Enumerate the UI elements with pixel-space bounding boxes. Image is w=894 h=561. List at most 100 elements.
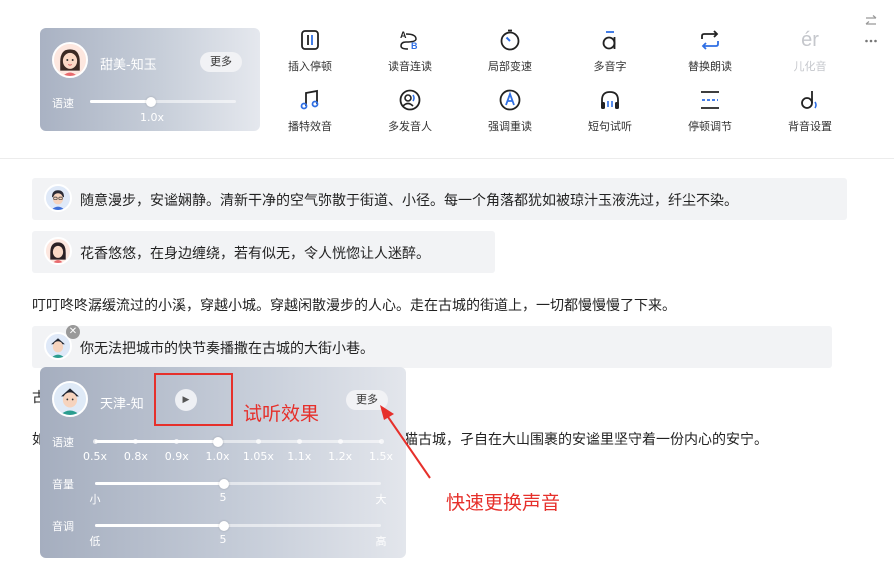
tool-label: 替换朗读 <box>688 60 732 73</box>
tool-label: 插入停顿 <box>288 60 332 73</box>
sentence-text: 你无法把城市的快节奏播撒在古城的大街小巷。 <box>80 341 374 357</box>
speed-tick-label[interactable]: 1.2x <box>328 450 352 463</box>
speed-slider-handle[interactable] <box>146 96 157 107</box>
speed-tick-dot[interactable] <box>378 439 384 444</box>
voice-more-button[interactable]: 更多 <box>200 52 242 72</box>
panel-volume-slider-fill <box>95 482 224 485</box>
erhua-icon: ér <box>801 29 819 51</box>
tool-label: 儿化音 <box>793 60 827 73</box>
speaker-avatar-female[interactable] <box>44 237 72 265</box>
annotation-quick-change: 快速更换声音 <box>446 492 561 514</box>
speed-tick-label[interactable]: 1.05x <box>243 450 274 463</box>
speed-tick-label[interactable]: 1.5x <box>369 450 393 463</box>
pause-insert-icon <box>301 30 319 50</box>
panel-volume-slider[interactable] <box>95 478 381 489</box>
tool-label: 读音连读 <box>388 60 432 73</box>
voice-avatar-female[interactable] <box>52 42 88 78</box>
tool-background-music[interactable]: 背音设置 <box>770 88 850 138</box>
svg-text:A: A <box>400 30 407 40</box>
volume-mid-label: 5 <box>219 491 227 504</box>
male-avatar-icon <box>46 186 70 210</box>
female-avatar-icon <box>54 44 86 76</box>
panel-pitch-label: 音调 <box>52 520 74 533</box>
speed-label: 语速 <box>52 97 74 110</box>
speed-slider[interactable] <box>90 96 236 107</box>
speed-tick-dot[interactable] <box>255 439 261 444</box>
tool-multi-speaker[interactable]: 多发音人 <box>370 88 450 138</box>
speed-tick-label[interactable]: 0.8x <box>124 450 148 463</box>
tool-label: 多音字 <box>593 60 627 73</box>
female-avatar-icon <box>46 239 70 263</box>
tool-sound-effect[interactable]: 播特效音 <box>270 88 350 138</box>
sentence-text: 花香悠悠，在身边缠绕，若有似无，令人恍惚让人迷醉。 <box>80 246 430 262</box>
sentence-block-2[interactable]: 花香悠悠，在身边缠绕，若有似无，令人恍惚让人迷醉。 <box>32 231 495 273</box>
tool-local-speed[interactable]: 局部变速 <box>470 28 550 78</box>
sentence-text: 随意漫步，安谧娴静。清新干净的空气弥散于街道、小径。每一个角落都犹如被琼汁玉液洗… <box>80 193 738 209</box>
panel-speed-label: 语速 <box>52 436 74 449</box>
more-dots-icon[interactable] <box>864 34 878 48</box>
multi-speaker-icon <box>399 89 421 111</box>
tool-label: 背音设置 <box>788 120 832 133</box>
panel-volume-slider-handle[interactable] <box>218 478 229 489</box>
tool-erhua: ér 儿化音 <box>770 28 850 78</box>
paragraph-text: 猫古城，孑自在大山围裹的安谧里坚守着一份内心的安宁。 <box>404 432 768 448</box>
panel-pitch-slider-fill <box>95 524 224 527</box>
panel-pitch-slider[interactable] <box>95 520 381 531</box>
tool-replace-read[interactable]: 替换朗读 <box>670 28 750 78</box>
panel-volume-label: 音量 <box>52 478 74 491</box>
volume-max-label: 大 <box>375 493 387 506</box>
annotation-highlight-box <box>154 373 233 426</box>
tool-label: 播特效音 <box>288 120 332 133</box>
paragraph-text: 叮叮咚咚潺缓流过的小溪，穿越小城。穿越闲散漫步的人心。走在古城的街道上，一切都慢… <box>32 298 676 314</box>
corner-icons <box>864 14 880 54</box>
pitch-mid-label: 5 <box>219 533 227 546</box>
tool-label: 局部变速 <box>488 60 532 73</box>
panel-speed-slider[interactable] <box>92 436 384 447</box>
speed-tick-label[interactable]: 0.5x <box>83 450 107 463</box>
close-icon[interactable]: ✕ <box>66 325 80 339</box>
speed-tick-dot[interactable] <box>92 439 98 444</box>
speed-tick-label[interactable]: 0.9x <box>165 450 189 463</box>
tool-insert-pause[interactable]: 插入停顿 <box>270 28 350 78</box>
replace-icon <box>701 30 719 50</box>
panel-speed-slider-handle[interactable] <box>212 436 223 447</box>
speed-tick-dot[interactable] <box>174 439 180 444</box>
polyphone-icon <box>602 31 616 50</box>
tool-label: 强调重读 <box>488 120 532 133</box>
panel-pitch-slider-handle[interactable] <box>218 520 229 531</box>
voice-name: 甜美-知玉 <box>100 58 157 73</box>
panel-speed-slider-fill <box>95 440 218 443</box>
panel-more-button[interactable]: 更多 <box>346 390 388 410</box>
music-note-icon <box>300 89 319 110</box>
speed-tick-dot[interactable] <box>133 439 139 444</box>
tool-emphasis[interactable]: 强调重读 <box>470 88 550 138</box>
swap-icon[interactable] <box>864 14 878 28</box>
toolbar-divider <box>0 158 894 159</box>
tool-liaison[interactable]: A B 读音连读 <box>370 28 450 78</box>
speed-tick-label[interactable]: 1.1x <box>287 450 311 463</box>
speaker-avatar-male[interactable] <box>44 184 72 212</box>
svg-text:B: B <box>411 41 418 51</box>
panel-voice-name: 天津-知 <box>100 397 144 412</box>
speed-slider-fill <box>90 100 152 103</box>
pitch-max-label: 高 <box>375 535 387 548</box>
male-avatar-icon <box>46 334 70 358</box>
tool-label: 多发音人 <box>388 120 432 133</box>
speed-tick-dot[interactable] <box>337 439 343 444</box>
annotation-audition: 试听效果 <box>243 403 320 425</box>
background-music-icon <box>801 91 817 109</box>
volume-min-label: 小 <box>89 493 101 506</box>
male-avatar-icon <box>54 383 86 415</box>
headphone-icon <box>601 91 619 109</box>
sentence-block-3[interactable]: 你无法把城市的快节奏播撒在古城的大街小巷。 <box>32 326 832 368</box>
speed-tick-label[interactable]: 1.0x <box>206 450 230 463</box>
speed-tick-dot[interactable] <box>296 439 302 444</box>
tool-pause-adjust[interactable]: 停顿调节 <box>670 88 750 138</box>
tool-short-audition[interactable]: 短句试听 <box>570 88 650 138</box>
tool-label: 短句试听 <box>588 120 632 133</box>
tool-label: 停顿调节 <box>688 120 732 133</box>
tool-polyphone[interactable]: 多音字 <box>570 28 650 78</box>
pause-adjust-icon <box>701 91 719 109</box>
sentence-block-1[interactable]: 随意漫步，安谧娴静。清新干净的空气弥散于街道、小径。每一个角落都犹如被琼汁玉液洗… <box>32 178 847 220</box>
panel-voice-avatar[interactable] <box>52 381 88 417</box>
